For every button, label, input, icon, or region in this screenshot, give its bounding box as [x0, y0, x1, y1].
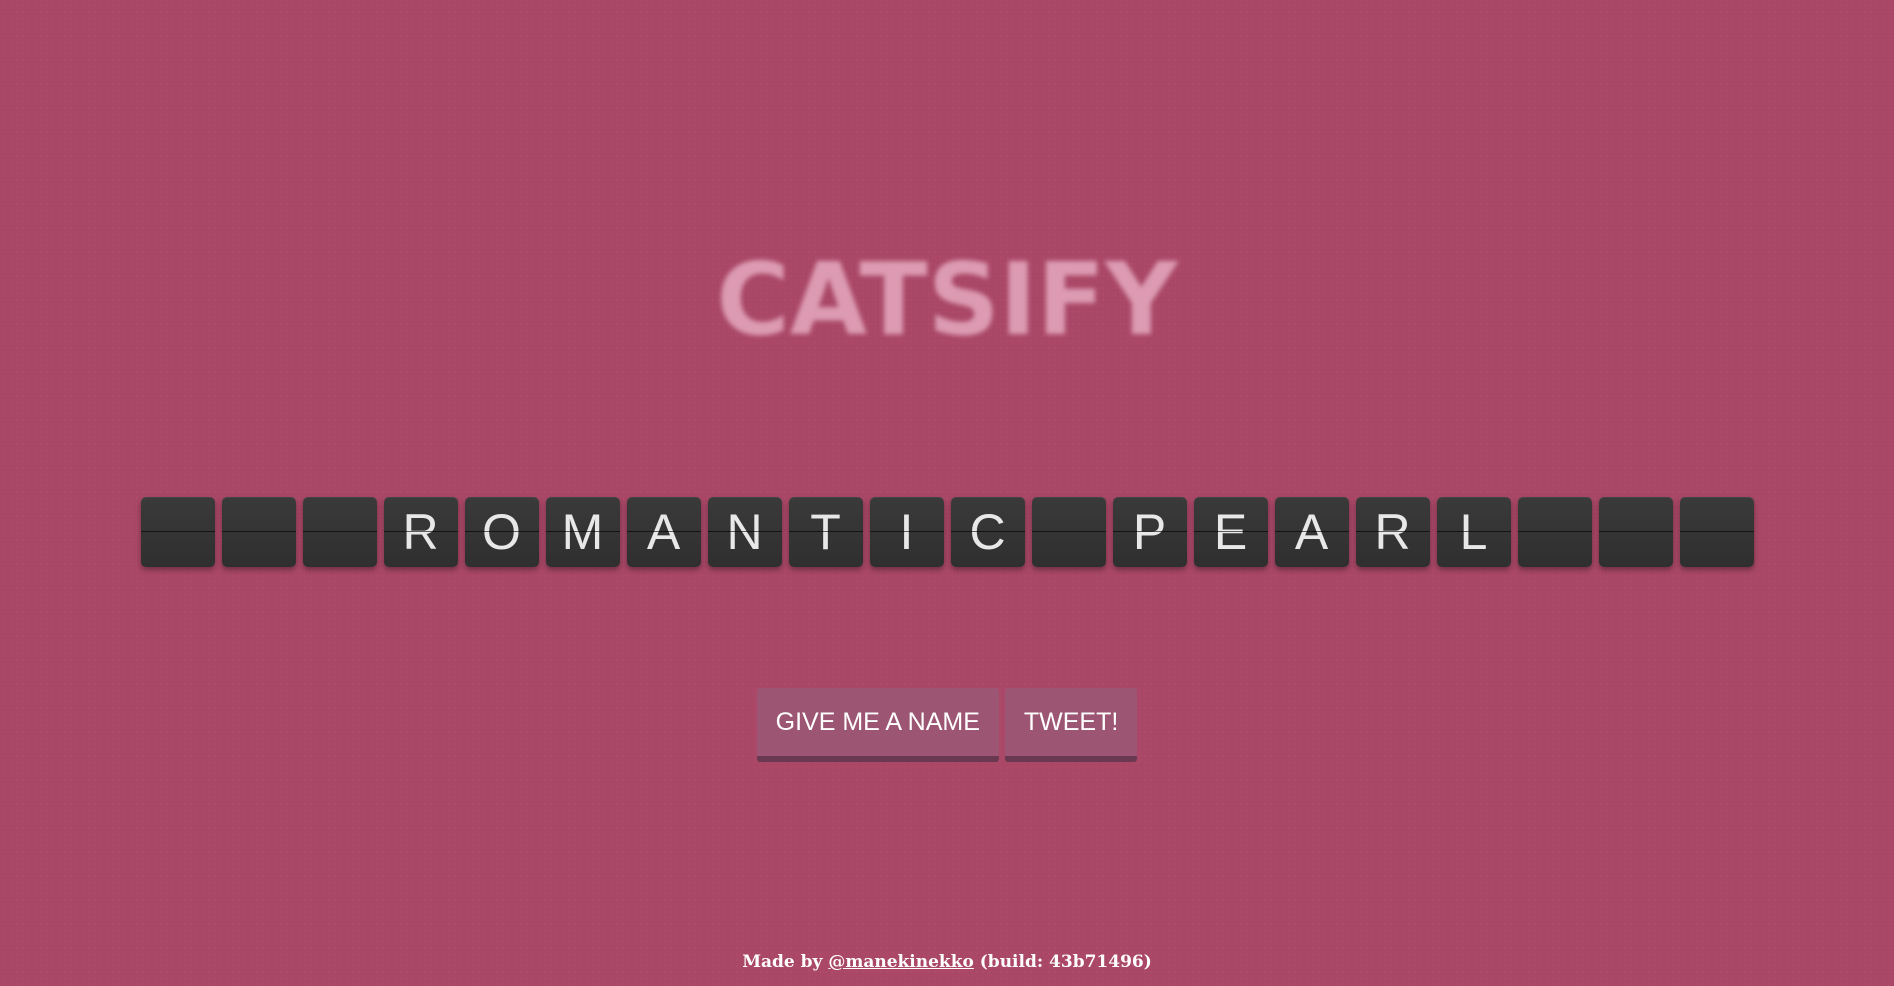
flip-tile: A [1274, 497, 1349, 567]
footer: Made by @manekinekko (build: 43b71496) [0, 952, 1894, 972]
flip-tile [302, 497, 377, 567]
flip-tile: A [626, 497, 701, 567]
flip-tile [1679, 497, 1754, 567]
flip-tile [140, 497, 215, 567]
flip-tile: N [707, 497, 782, 567]
flip-tile: E [1193, 497, 1268, 567]
flip-tile: O [464, 497, 539, 567]
flip-tile: I [869, 497, 944, 567]
author-link[interactable]: @manekinekko [828, 952, 974, 972]
footer-prefix: Made by [742, 952, 829, 972]
give-me-a-name-button[interactable]: GIVE ME A NAME [756, 688, 999, 762]
flip-tile [1517, 497, 1592, 567]
flip-tile: P [1112, 497, 1187, 567]
flip-tile: T [788, 497, 863, 567]
flip-tile: M [545, 497, 620, 567]
logo: CATSIFY [716, 241, 1178, 358]
flip-tile [1031, 497, 1106, 567]
flip-tile: R [1355, 497, 1430, 567]
flip-tile [221, 497, 296, 567]
footer-build: (build: 43b71496) [973, 952, 1152, 972]
flip-tile: L [1436, 497, 1511, 567]
flip-tile: C [950, 497, 1025, 567]
tweet-button[interactable]: TWEET! [1004, 688, 1138, 762]
action-bar: GIVE ME A NAME TWEET! [0, 688, 1894, 762]
flip-tile [1598, 497, 1673, 567]
flip-tile: R [383, 497, 458, 567]
flip-board: R O M A N T I C P E A R L [0, 497, 1894, 567]
